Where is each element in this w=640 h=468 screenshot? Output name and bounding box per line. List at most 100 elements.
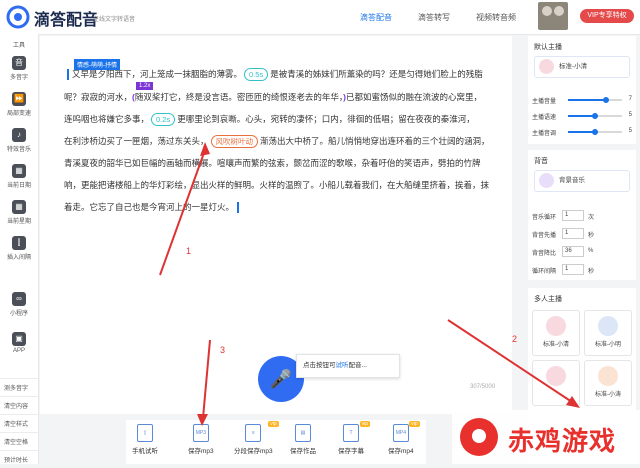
default-speaker-title: 默认主播 bbox=[534, 44, 562, 51]
text-segment: 在利涉桥边买了一匣烟，荡过东关头， bbox=[64, 136, 209, 146]
slider-track[interactable] bbox=[568, 113, 622, 119]
text-segment: 着走。它忘了自己也是今宵河上的一星灯火。 bbox=[64, 202, 235, 212]
loop-interval-input[interactable]: 1 bbox=[562, 264, 584, 275]
speaker-name: 标准-小明 bbox=[595, 342, 621, 348]
bottom-label: 保存mp3 bbox=[188, 448, 214, 455]
bg-row-label: 循环间隔 bbox=[532, 269, 557, 275]
top-bar: 滴答配音 在线文字转语音 滴答配音 滴答转写 视频转音频 VIP专享特权 bbox=[0, 0, 640, 35]
clear-style-button[interactable]: 清空样式 bbox=[0, 414, 38, 432]
bottom-toolbar: ▯ 手机试听 MP3 保存mp3 ≡ 分段保存mp3 vip ▤ 保存作品 T 保存字幕 … bbox=[126, 420, 426, 464]
watermark-logo-icon bbox=[460, 418, 498, 456]
tool-current-week[interactable]: ▦ 当前星期 bbox=[0, 200, 38, 225]
phone-preview-button[interactable]: ▯ 手机试听 bbox=[132, 424, 158, 455]
default-speaker-panel: 默认主播 标准-小清 主播音量 7 主播语速 5 主播音调 5 bbox=[528, 36, 636, 144]
slider-label: 主播语速 bbox=[532, 115, 557, 121]
vip-button[interactable]: VIP专享特权 bbox=[580, 9, 634, 23]
tool-label: 特效音乐 bbox=[6, 147, 31, 153]
text-segment: 渐荡出大中桥了。船儿悄悄地穿出连环着的三个壮阔的涵洞， bbox=[260, 136, 490, 146]
speed-tag[interactable]: 1.2x bbox=[136, 82, 154, 90]
bg-ratio-input[interactable]: 36 bbox=[562, 246, 584, 257]
slider-track[interactable] bbox=[568, 97, 622, 103]
slider-label: 主播音调 bbox=[532, 131, 557, 137]
split-save-icon: ≡ bbox=[245, 424, 262, 442]
tool-effect-music[interactable]: ♪ 特效音乐 bbox=[0, 128, 38, 153]
user-avatar[interactable] bbox=[538, 2, 568, 30]
app-icon: ▣ bbox=[12, 332, 26, 346]
multi-speaker-card[interactable]: 标准-小明 bbox=[584, 310, 632, 356]
bottom-label: 保存mp4 bbox=[388, 448, 414, 455]
tool-label: 小程序 bbox=[9, 311, 28, 317]
tool-local-speed[interactable]: ⏩ 局部变速 bbox=[0, 92, 38, 117]
text-segment: 呢？寂寂的河水， bbox=[64, 92, 133, 102]
music-loop-input[interactable]: 1 bbox=[562, 210, 584, 221]
bg-row-unit: 次 bbox=[588, 215, 595, 221]
bottom-label: 手机试听 bbox=[132, 448, 158, 455]
tab-video-to-audio[interactable]: 视频转音频 bbox=[476, 12, 516, 23]
tab-dida-dub[interactable]: 滴答配音 bbox=[360, 12, 392, 23]
tools-section-label: 工具 bbox=[12, 43, 25, 49]
check-polyphone-button[interactable]: 测多音字 bbox=[0, 378, 38, 396]
slider-knob[interactable] bbox=[592, 129, 598, 135]
microphone-icon: 🎤 bbox=[269, 369, 293, 389]
vip-badge: vip bbox=[359, 421, 370, 427]
text-segment: 已都如蜜饧似的融在流波的心窝里， bbox=[345, 92, 482, 102]
multi-speaker-card[interactable]: 标准-小清 bbox=[532, 310, 580, 356]
slider-fill bbox=[568, 131, 595, 133]
default-speaker-card[interactable]: 标准-小清 bbox=[534, 56, 630, 78]
logo-icon bbox=[6, 5, 30, 29]
tip-highlight: 试听 bbox=[335, 362, 349, 369]
slider-knob[interactable] bbox=[602, 97, 609, 103]
tip-text: 点击按钮可 bbox=[303, 362, 336, 369]
bg-row-unit: % bbox=[588, 248, 594, 254]
tab-dida-transcribe[interactable]: 滴答转写 bbox=[418, 12, 450, 23]
save-work-icon: ▤ bbox=[295, 424, 311, 442]
text-segment: 更哪里论到哀嘶。心头，宛转的凄怀；口内，徘徊的低唱；留在夜夜的秦淮河， bbox=[177, 114, 475, 124]
watermark-text: 赤鸡游戏 bbox=[508, 426, 617, 456]
slider-knob[interactable] bbox=[592, 113, 598, 119]
slider-fill bbox=[568, 115, 595, 117]
miniprogram-icon: ∞ bbox=[12, 292, 26, 306]
speaker-name: 标准-小涛 bbox=[595, 392, 621, 398]
background-music-label: 背景音乐 bbox=[559, 177, 585, 184]
clear-space-button[interactable]: 清空空格 bbox=[0, 432, 38, 450]
pause-tag[interactable]: 0.5s bbox=[244, 68, 269, 81]
sound-effect-tag[interactable]: 风吹树叶动 bbox=[210, 135, 259, 148]
bottom-label: 保存字幕 bbox=[338, 448, 364, 455]
save-work-button[interactable]: ▤ 保存作品 bbox=[290, 424, 316, 455]
tool-label: 插入间隔 bbox=[6, 255, 31, 261]
speaker-avatar bbox=[546, 366, 566, 386]
split-save-mp3-button[interactable]: ≡ 分段保存mp3 vip bbox=[234, 421, 279, 455]
save-subtitle-button[interactable]: T 保存字幕 vip bbox=[338, 421, 370, 455]
slider-track[interactable] bbox=[568, 129, 622, 135]
tool-current-date[interactable]: ▦ 当前日期 bbox=[0, 164, 38, 189]
multi-speaker-card[interactable] bbox=[532, 360, 580, 406]
subtitle-icon: T bbox=[343, 424, 359, 442]
multi-speaker-card[interactable]: 标准-小涛 bbox=[584, 360, 632, 406]
polyphone-icon: 音 bbox=[12, 56, 26, 70]
background-music-card[interactable]: 背景音乐 bbox=[534, 170, 630, 192]
tool-polyphone[interactable]: 音 多音字 bbox=[0, 56, 38, 81]
annotation-label: 1 bbox=[186, 246, 192, 256]
phone-icon: ▯ bbox=[137, 424, 153, 442]
brand-name: 滴答配音 bbox=[34, 12, 99, 29]
save-mp4-button[interactable]: MP4 保存mp4 vip bbox=[388, 421, 420, 455]
save-mp3-icon: MP3 bbox=[192, 424, 209, 442]
speed-icon: ⏩ bbox=[12, 92, 26, 106]
text-line: 又早是夕阳西下，河上笼成一抹胭脂的薄雾。 0.5s 是被青溪的姊妹们所薰染的吗？还是… bbox=[64, 68, 484, 81]
clear-content-button[interactable]: 清空内容 bbox=[0, 396, 38, 414]
tool-miniprogram[interactable]: ∞ 小程序 bbox=[0, 292, 38, 317]
estimated-duration-label: 预计时长 bbox=[0, 450, 38, 468]
pause-tag[interactable]: 0.2s bbox=[151, 113, 176, 126]
bg-row-label: 背音先播 bbox=[532, 233, 557, 239]
tool-app[interactable]: ▣ APP bbox=[0, 332, 38, 354]
tool-label: 多音字 bbox=[9, 75, 28, 81]
tool-insert-gap[interactable]: ⫿ 插入间隔 bbox=[0, 236, 38, 261]
save-mp3-button[interactable]: MP3 保存mp3 bbox=[188, 424, 214, 455]
preview-tooltip: 点击按钮可试听配音... bbox=[296, 354, 400, 378]
text-cursor bbox=[237, 202, 240, 214]
text-line: 呢？寂寂的河水，(随双桨打它，终是没言语。密匝匝的绮恨逐老去的年华，)已都如蜜饧… bbox=[64, 91, 484, 103]
left-bottom-actions: 测多音字 清空内容 清空样式 清空空格 预计时长 bbox=[0, 378, 38, 468]
speaker-name: 标准-小清 bbox=[543, 342, 569, 348]
bg-lead-input[interactable]: 1 bbox=[562, 228, 584, 239]
brand-subtitle: 在线文字转语音 bbox=[93, 17, 136, 23]
